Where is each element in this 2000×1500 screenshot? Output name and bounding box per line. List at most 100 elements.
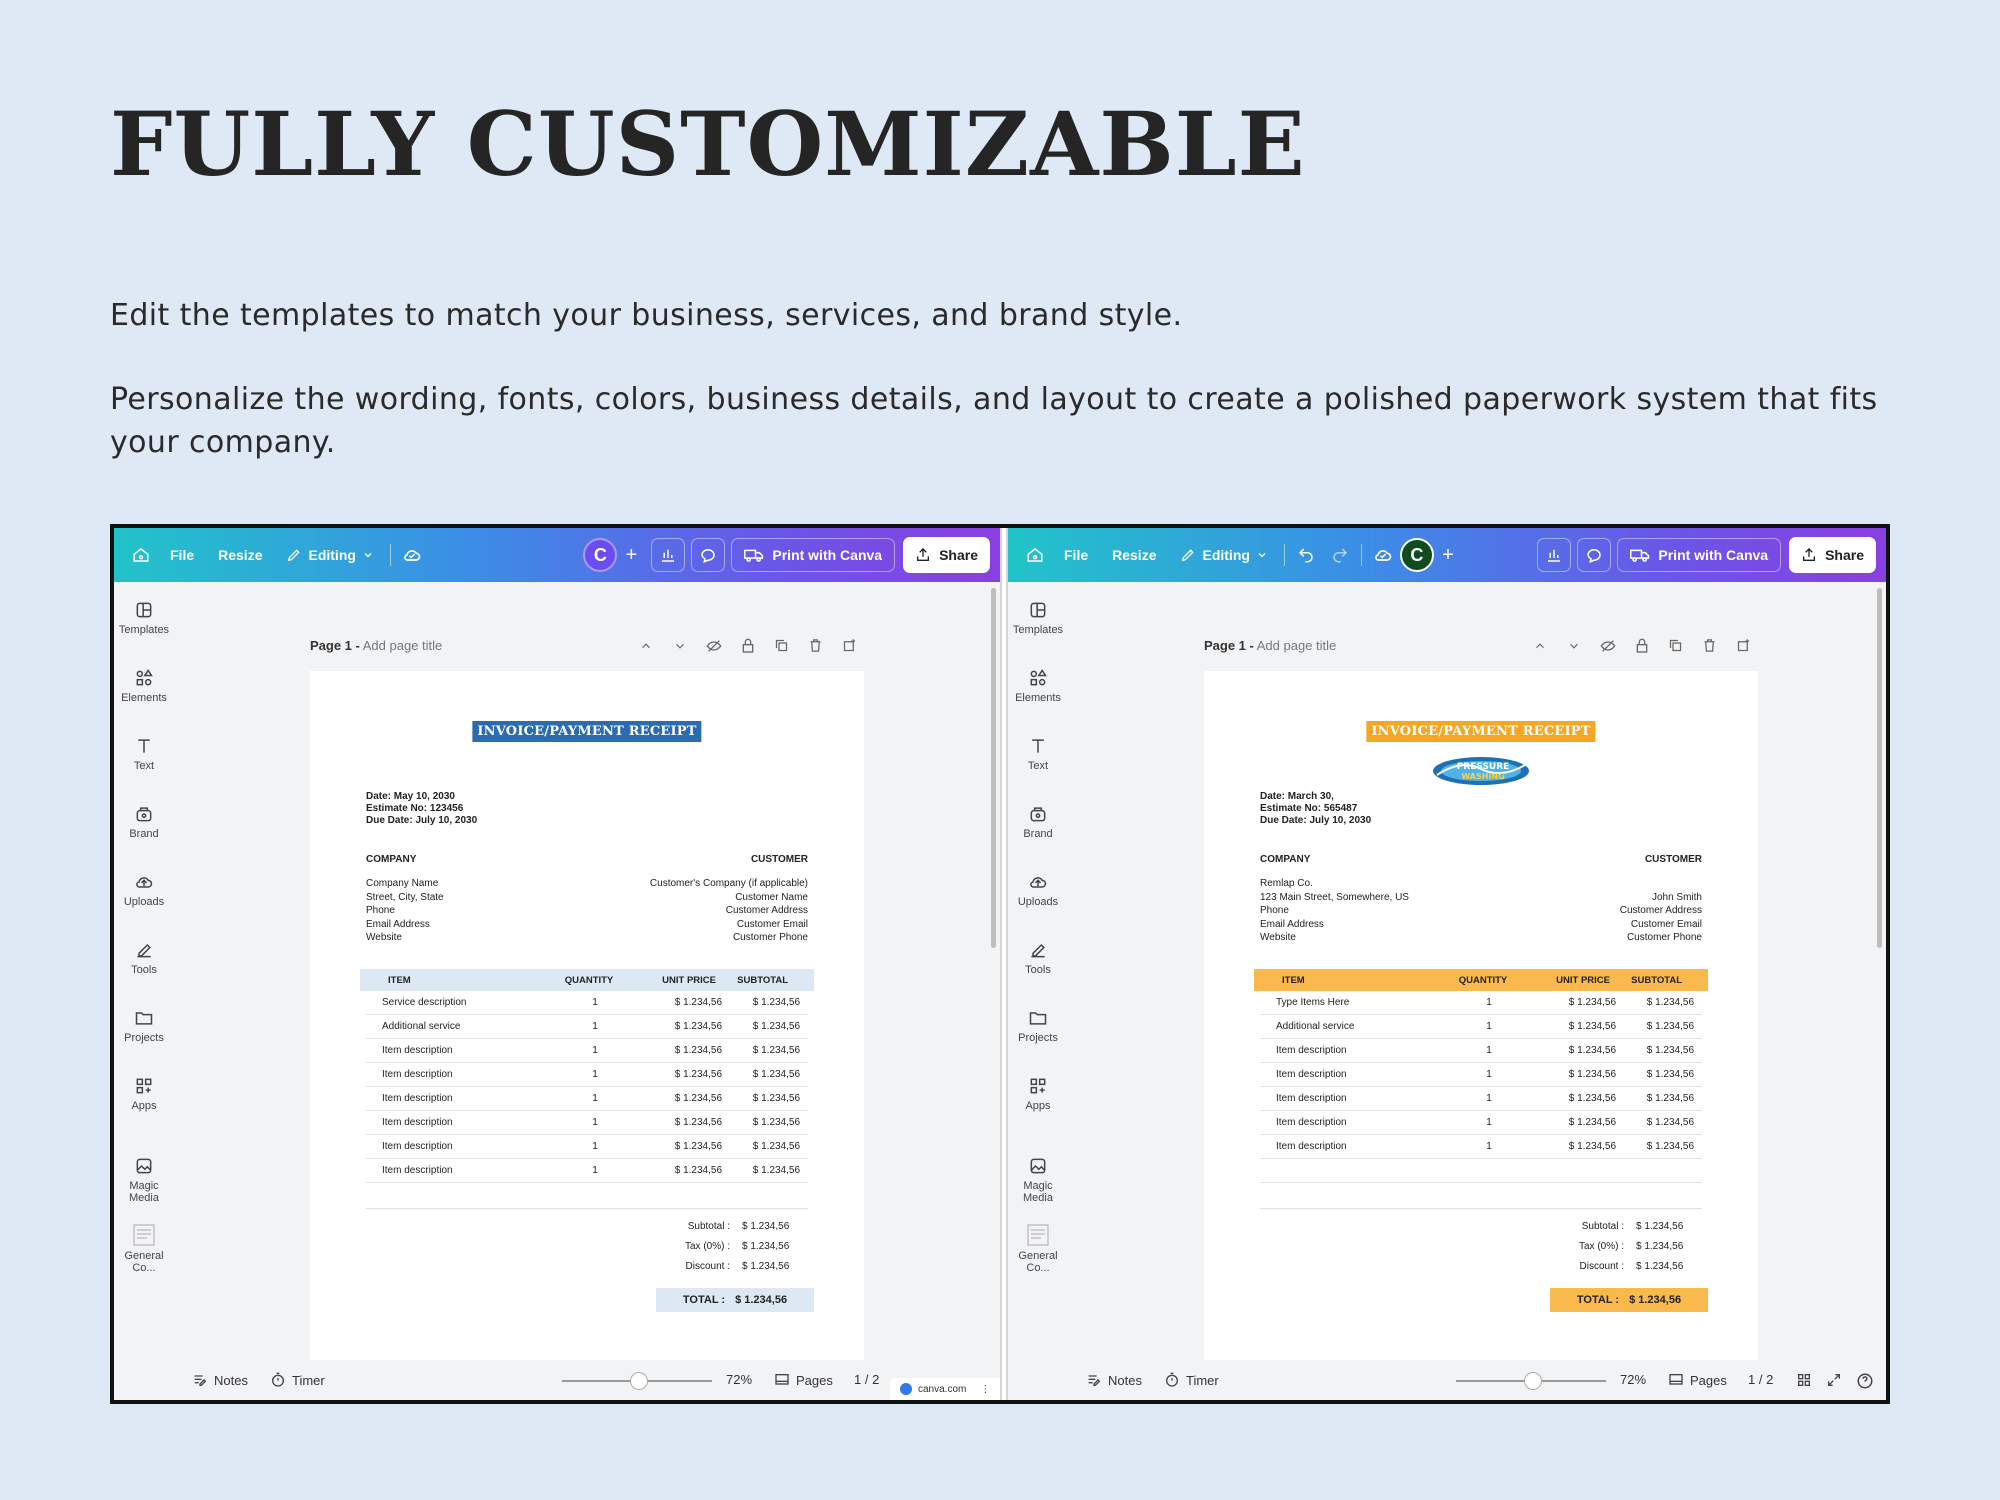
sidebar-item-templates[interactable]: Templates bbox=[114, 600, 174, 636]
file-menu[interactable]: File bbox=[1052, 538, 1100, 572]
page-title-bar[interactable]: Page 1 - Add page title bbox=[1204, 638, 1336, 653]
pages-button[interactable]: Pages bbox=[1668, 1372, 1727, 1388]
sidebar-item-magic-media[interactable]: Magic Media bbox=[1008, 1156, 1068, 1204]
add-page-title[interactable]: Add page title bbox=[363, 638, 443, 653]
grid-view-icon[interactable] bbox=[1796, 1372, 1812, 1388]
hide-eye-icon[interactable] bbox=[1598, 636, 1617, 655]
page-actions bbox=[636, 636, 859, 655]
table-row: Item description 1 $ 1.234,56 $ 1.234,56 bbox=[366, 1063, 808, 1087]
fullscreen-icon[interactable] bbox=[1826, 1372, 1842, 1388]
sidebar-item-uploads[interactable]: Uploads bbox=[114, 872, 174, 908]
pages-icon bbox=[1669, 1374, 1683, 1385]
redo-icon[interactable] bbox=[1323, 538, 1357, 572]
print-with-canva-button[interactable]: Print with Canva bbox=[731, 538, 896, 572]
hide-eye-icon[interactable] bbox=[704, 636, 723, 655]
notes-button[interactable]: Notes bbox=[192, 1372, 248, 1388]
help-icon[interactable] bbox=[1856, 1372, 1874, 1390]
insights-icon[interactable] bbox=[1537, 538, 1572, 572]
sidebar-item-projects[interactable]: Projects bbox=[114, 1008, 174, 1044]
sidebar-item-tools[interactable]: Tools bbox=[1008, 940, 1068, 976]
add-collaborator-button[interactable]: + bbox=[617, 541, 645, 569]
user-avatar[interactable]: C bbox=[1399, 538, 1434, 572]
sidebar-item-uploads[interactable]: Uploads bbox=[1008, 872, 1068, 908]
tools-icon bbox=[1031, 943, 1045, 958]
pages-label: Pages bbox=[796, 1372, 833, 1388]
home-icon[interactable] bbox=[1018, 538, 1052, 572]
insights-icon[interactable] bbox=[651, 538, 686, 572]
templates-icon bbox=[136, 602, 152, 618]
print-with-canva-button[interactable]: Print with Canva bbox=[1617, 538, 1782, 572]
duplicate-icon[interactable] bbox=[1666, 636, 1685, 655]
sidebar-item-text[interactable]: Text bbox=[114, 736, 174, 772]
comment-icon[interactable] bbox=[691, 538, 726, 572]
cloud-saved-icon[interactable] bbox=[395, 538, 429, 572]
add-page-icon[interactable] bbox=[840, 636, 859, 655]
chevron-up-icon[interactable] bbox=[636, 636, 655, 655]
chevron-down-icon[interactable] bbox=[670, 636, 689, 655]
sidebar-item-general[interactable]: General Co... bbox=[114, 1224, 174, 1274]
add-page-icon[interactable] bbox=[1734, 636, 1753, 655]
share-button[interactable]: Share bbox=[1789, 537, 1876, 573]
sidebar-label: Brand bbox=[1023, 828, 1053, 840]
undo-icon[interactable] bbox=[1289, 538, 1323, 572]
zoom-level[interactable]: 72% bbox=[726, 1372, 752, 1387]
resize-menu[interactable]: Resize bbox=[206, 538, 274, 572]
editing-dropdown[interactable]: Editing bbox=[274, 538, 385, 572]
timer-button[interactable]: Timer bbox=[1164, 1372, 1219, 1388]
sidebar-item-elements[interactable]: Elements bbox=[114, 668, 174, 704]
lock-icon[interactable] bbox=[1632, 636, 1651, 655]
vertical-scrollbar[interactable] bbox=[991, 588, 996, 948]
sidebar-label: Apps bbox=[131, 1100, 157, 1112]
user-avatar[interactable]: C bbox=[583, 538, 618, 572]
chevron-up-icon[interactable] bbox=[1530, 636, 1549, 655]
company-line: Website bbox=[1260, 932, 1296, 943]
vertical-scrollbar[interactable] bbox=[1877, 588, 1882, 948]
invoice-document[interactable]: INVOICE/PAYMENT RECEIPT Date: May 10, 20… bbox=[310, 671, 864, 1361]
sidebar-item-brand[interactable]: Brand bbox=[114, 804, 174, 840]
cell-item: Item description bbox=[1276, 1141, 1347, 1152]
cell-subtotal: $ 1.234,56 bbox=[1646, 1045, 1694, 1056]
cell-price: $ 1.234,56 bbox=[1568, 1117, 1616, 1128]
zoom-slider-handle[interactable] bbox=[1524, 1372, 1542, 1390]
home-icon[interactable] bbox=[124, 538, 158, 572]
cell-price: $ 1.234,56 bbox=[674, 1045, 722, 1056]
timer-label: Timer bbox=[292, 1372, 325, 1388]
sidebar-item-apps[interactable]: Apps bbox=[1008, 1076, 1068, 1112]
duplicate-icon[interactable] bbox=[772, 636, 791, 655]
sidebar-item-tools[interactable]: Tools bbox=[114, 940, 174, 976]
zoom-level[interactable]: 72% bbox=[1620, 1372, 1646, 1387]
add-page-title[interactable]: Add page title bbox=[1257, 638, 1337, 653]
sidebar-item-elements[interactable]: Elements bbox=[1008, 668, 1068, 704]
trash-icon[interactable] bbox=[806, 636, 825, 655]
sidebar-item-general[interactable]: General Co... bbox=[1008, 1224, 1068, 1274]
sidebar-label: Uploads bbox=[123, 896, 165, 908]
add-collaborator-button[interactable]: + bbox=[1434, 541, 1462, 569]
cloud-saved-icon[interactable] bbox=[1366, 538, 1400, 572]
sidebar-item-apps[interactable]: Apps bbox=[114, 1076, 174, 1112]
total-value: $ 1.234,56 bbox=[735, 1294, 788, 1306]
divider bbox=[1260, 1208, 1702, 1209]
pages-button[interactable]: Pages bbox=[774, 1372, 833, 1388]
file-menu[interactable]: File bbox=[158, 538, 206, 572]
resize-menu[interactable]: Resize bbox=[1100, 538, 1168, 572]
invoice-document[interactable]: INVOICE/PAYMENT RECEIPT PRESSURE WASHING… bbox=[1204, 671, 1758, 1361]
comment-icon[interactable] bbox=[1577, 538, 1612, 572]
notes-button[interactable]: Notes bbox=[1086, 1372, 1142, 1388]
zoom-slider-handle[interactable] bbox=[630, 1372, 648, 1390]
sidebar-item-projects[interactable]: Projects bbox=[1008, 1008, 1068, 1044]
share-button[interactable]: Share bbox=[903, 537, 990, 573]
lock-icon[interactable] bbox=[738, 636, 757, 655]
more-options-icon[interactable]: ⋮ bbox=[980, 1384, 990, 1395]
sidebar-item-brand[interactable]: Brand bbox=[1008, 804, 1068, 840]
chevron-down-icon[interactable] bbox=[1564, 636, 1583, 655]
sidebar-item-templates[interactable]: Templates bbox=[1008, 600, 1068, 636]
trash-icon[interactable] bbox=[1700, 636, 1719, 655]
editing-dropdown[interactable]: Editing bbox=[1168, 538, 1279, 572]
notes-label: Notes bbox=[214, 1372, 248, 1388]
cell-subtotal: $ 1.234,56 bbox=[1646, 997, 1694, 1008]
canva-url-badge[interactable]: canva.com ⋮ bbox=[890, 1378, 1000, 1400]
sidebar-item-text[interactable]: Text bbox=[1008, 736, 1068, 772]
page-title-bar[interactable]: Page 1 - Add page title bbox=[310, 638, 442, 653]
timer-button[interactable]: Timer bbox=[270, 1372, 325, 1388]
sidebar-item-magic-media[interactable]: Magic Media bbox=[114, 1156, 174, 1204]
